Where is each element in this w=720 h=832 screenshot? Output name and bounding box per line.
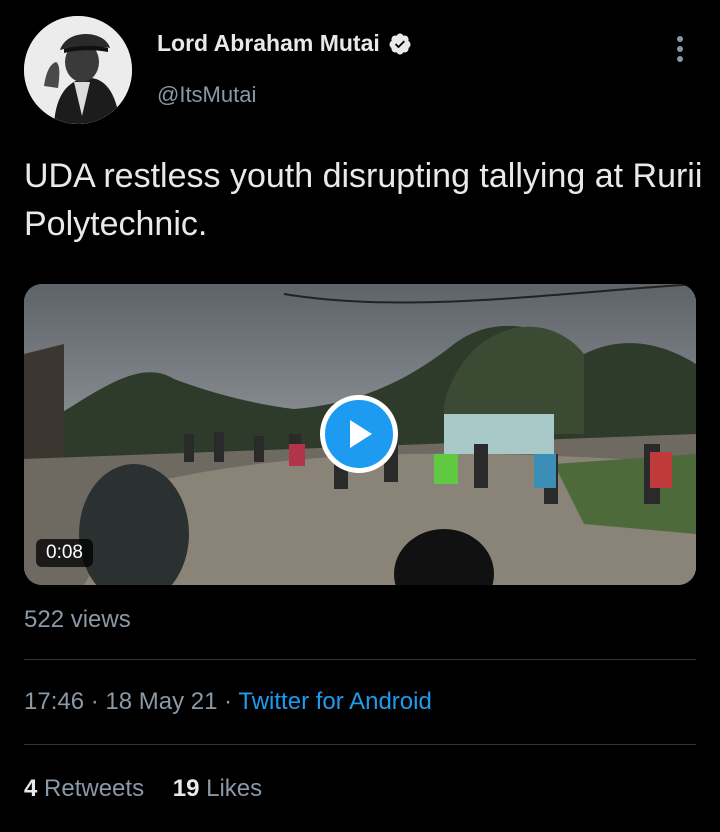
more-vertical-icon[interactable]: [670, 34, 690, 64]
separator: ·: [90, 688, 99, 715]
display-name[interactable]: Lord Abraham Mutai: [157, 30, 380, 57]
user-handle[interactable]: @ItsMutai: [157, 82, 256, 108]
tweet-date[interactable]: 18 May 21: [105, 688, 217, 715]
likes-label: Likes: [206, 775, 263, 802]
tweet-source-link[interactable]: Twitter for Android: [238, 688, 431, 715]
video-duration: 0:08: [36, 539, 93, 567]
tweet-text: UDA restless youth disrupting tallying a…: [24, 157, 703, 243]
retweets-count: 4: [24, 775, 38, 802]
video-player[interactable]: 0:08: [24, 284, 696, 585]
likes-stat[interactable]: 19 Likes: [173, 775, 262, 802]
view-count: 522 views: [24, 606, 131, 633]
engagement-stats: 4 Retweets 19 Likes: [24, 775, 284, 803]
tweet-time[interactable]: 17:46: [24, 688, 84, 715]
verified-badge-icon: [389, 33, 411, 54]
likes-count: 19: [172, 775, 200, 802]
divider: [24, 659, 696, 660]
retweets-label: Retweets: [44, 775, 145, 802]
avatar[interactable]: [24, 16, 132, 124]
play-button[interactable]: [320, 395, 398, 473]
play-icon: [350, 420, 372, 448]
tweet-meta: 17:46 · 18 May 21 · Twitter for Android: [24, 688, 432, 716]
retweets-stat[interactable]: 4 Retweets: [24, 775, 144, 802]
separator: ·: [224, 688, 233, 715]
tweet-header: Lord Abraham Mutai @ItsMutai: [24, 16, 696, 124]
name-row: Lord Abraham Mutai: [157, 30, 412, 57]
divider: [24, 744, 696, 745]
